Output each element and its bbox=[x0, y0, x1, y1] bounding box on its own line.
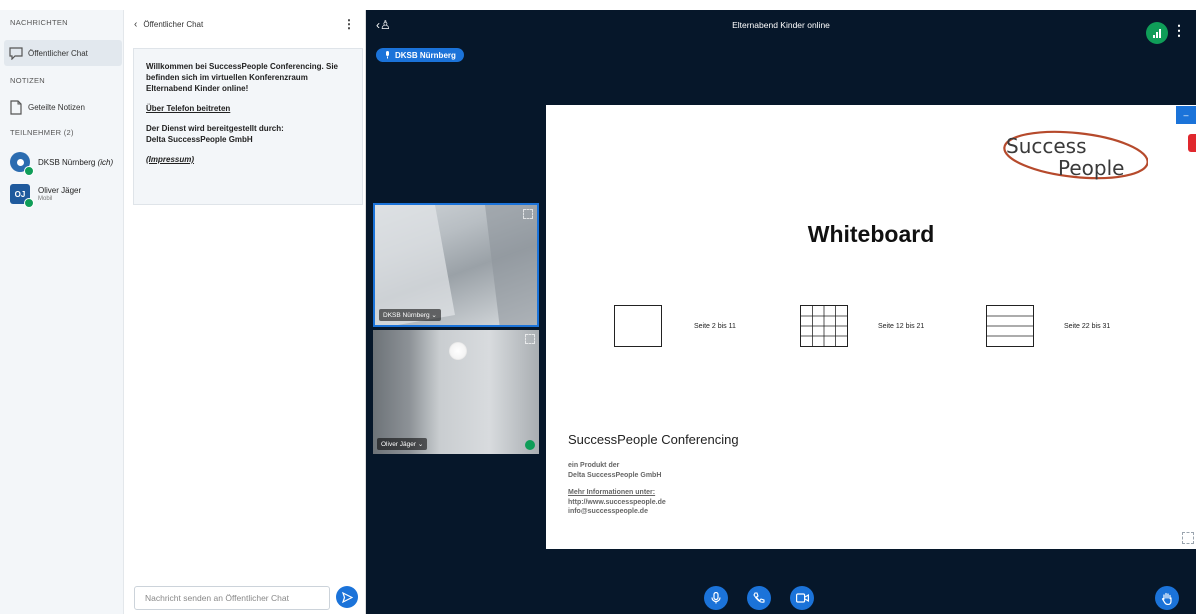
chat-header: ‹ Öffentlicher Chat ⋮ bbox=[124, 10, 365, 38]
talking-indicator: DKSB Nürnberg bbox=[376, 48, 464, 62]
video-user-name[interactable]: Oliver Jäger ⌄ bbox=[377, 438, 428, 450]
option-label: Seite 22 bis 31 bbox=[1064, 323, 1111, 330]
slide-title: Whiteboard bbox=[807, 221, 935, 247]
avatar bbox=[10, 152, 34, 176]
ceiling-lamp bbox=[449, 342, 467, 360]
blank-page-option bbox=[614, 305, 662, 347]
welcome-message: Willkommen bei SuccessPeople Conferencin… bbox=[133, 48, 363, 205]
chat-message-input[interactable]: Nachricht senden an Öffentlicher Chat bbox=[134, 586, 330, 610]
user-name: DKSB Nürnberg (ich) bbox=[38, 157, 114, 167]
participants-section-title: TEILNEHMER (2) bbox=[10, 128, 74, 137]
connection-status-badge bbox=[24, 166, 34, 176]
microphone-status-icon bbox=[525, 440, 535, 450]
chat-panel: ‹ Öffentlicher Chat ⋮ Willkommen bei Suc… bbox=[124, 10, 366, 614]
navbar: ‹♙ Elternabend Kinder online ⋮ bbox=[366, 10, 1196, 44]
video-tile[interactable]: DKSB Nürnberg ⌄ bbox=[373, 203, 539, 327]
conference-title: SuccessPeople Conferencing bbox=[568, 432, 739, 447]
microphone-icon bbox=[386, 51, 389, 59]
public-chat-item[interactable]: Öffentlicher Chat bbox=[4, 40, 122, 66]
video-user-name[interactable]: DKSB Nürnberg ⌄ bbox=[379, 309, 441, 321]
signal-bars-icon bbox=[1153, 28, 1161, 38]
raise-hand-button[interactable] bbox=[1155, 586, 1179, 610]
fullscreen-icon[interactable] bbox=[1182, 532, 1194, 544]
user-info: Oliver Jäger Mobil bbox=[38, 186, 81, 202]
public-chat-label: Öffentlicher Chat bbox=[28, 48, 88, 58]
fullscreen-icon[interactable] bbox=[525, 334, 535, 344]
send-icon bbox=[341, 591, 353, 603]
chat-title[interactable]: Öffentlicher Chat bbox=[143, 20, 203, 29]
presentation-slide: Success People Whiteboard Seite 2 bis 11… bbox=[546, 105, 1196, 549]
lined-page-option bbox=[986, 305, 1034, 347]
option-label: Seite 2 bis 11 bbox=[694, 323, 736, 330]
options-menu-icon[interactable]: ⋮ bbox=[1172, 22, 1186, 39]
provider-info: Der Dienst wird bereitgestellt durch: De… bbox=[146, 124, 284, 144]
camera-icon bbox=[795, 593, 809, 603]
video-tile[interactable]: Oliver Jäger ⌄ bbox=[373, 330, 539, 454]
hand-raise-icon bbox=[1161, 592, 1172, 605]
svg-text:People: People bbox=[1058, 156, 1124, 180]
messages-section-title: NACHRICHTEN bbox=[10, 18, 68, 27]
share-webcam-button[interactable] bbox=[790, 586, 814, 610]
user-list-item[interactable]: DKSB Nürnberg (ich) bbox=[10, 150, 122, 176]
user-list-sidebar: NACHRICHTEN Öffentlicher Chat NOTIZEN Ge… bbox=[0, 10, 124, 614]
send-button[interactable] bbox=[336, 586, 358, 608]
user-name: Oliver Jäger bbox=[38, 186, 82, 195]
notes-section-title: NOTIZEN bbox=[10, 76, 46, 85]
impressum-link[interactable]: (Impressum) bbox=[146, 154, 350, 165]
successpeople-logo: Success People bbox=[1003, 130, 1148, 180]
connection-status-badge bbox=[24, 198, 34, 208]
grid-page-option bbox=[800, 305, 848, 347]
annotation-marker bbox=[1188, 134, 1196, 152]
shared-notes-label: Geteilte Notizen bbox=[28, 102, 85, 112]
user-device: Mobil bbox=[38, 196, 53, 202]
document-icon bbox=[4, 99, 28, 115]
chat-options-icon[interactable]: ⋮ bbox=[343, 17, 355, 31]
mute-button[interactable] bbox=[704, 586, 728, 610]
meeting-area: ‹♙ Elternabend Kinder online ⋮ DKSB Nürn… bbox=[366, 10, 1196, 614]
minimize-presentation-button[interactable]: – bbox=[1176, 106, 1196, 124]
connection-status-button[interactable] bbox=[1146, 22, 1168, 44]
phone-join-link[interactable]: Über Telefon beitreten bbox=[146, 103, 350, 114]
microphone-icon bbox=[711, 592, 721, 604]
phone-icon bbox=[753, 592, 765, 603]
chevron-left-icon[interactable]: ‹ bbox=[134, 19, 137, 30]
option-label: Seite 12 bis 21 bbox=[878, 323, 925, 330]
chat-bubble-icon bbox=[4, 46, 28, 60]
meeting-title: Elternabend Kinder online bbox=[732, 20, 830, 30]
user-list-item[interactable]: OJ Oliver Jäger Mobil bbox=[10, 182, 122, 208]
fullscreen-icon[interactable] bbox=[523, 209, 533, 219]
welcome-text: Willkommen bei SuccessPeople Conferencin… bbox=[146, 62, 338, 93]
svg-text:Success: Success bbox=[1006, 134, 1087, 158]
leave-audio-button[interactable] bbox=[747, 586, 771, 610]
avatar: OJ bbox=[10, 184, 34, 208]
shared-notes-item[interactable]: Geteilte Notizen bbox=[4, 94, 122, 120]
conference-info: ein Produkt der Delta SuccessPeople GmbH… bbox=[568, 462, 666, 515]
